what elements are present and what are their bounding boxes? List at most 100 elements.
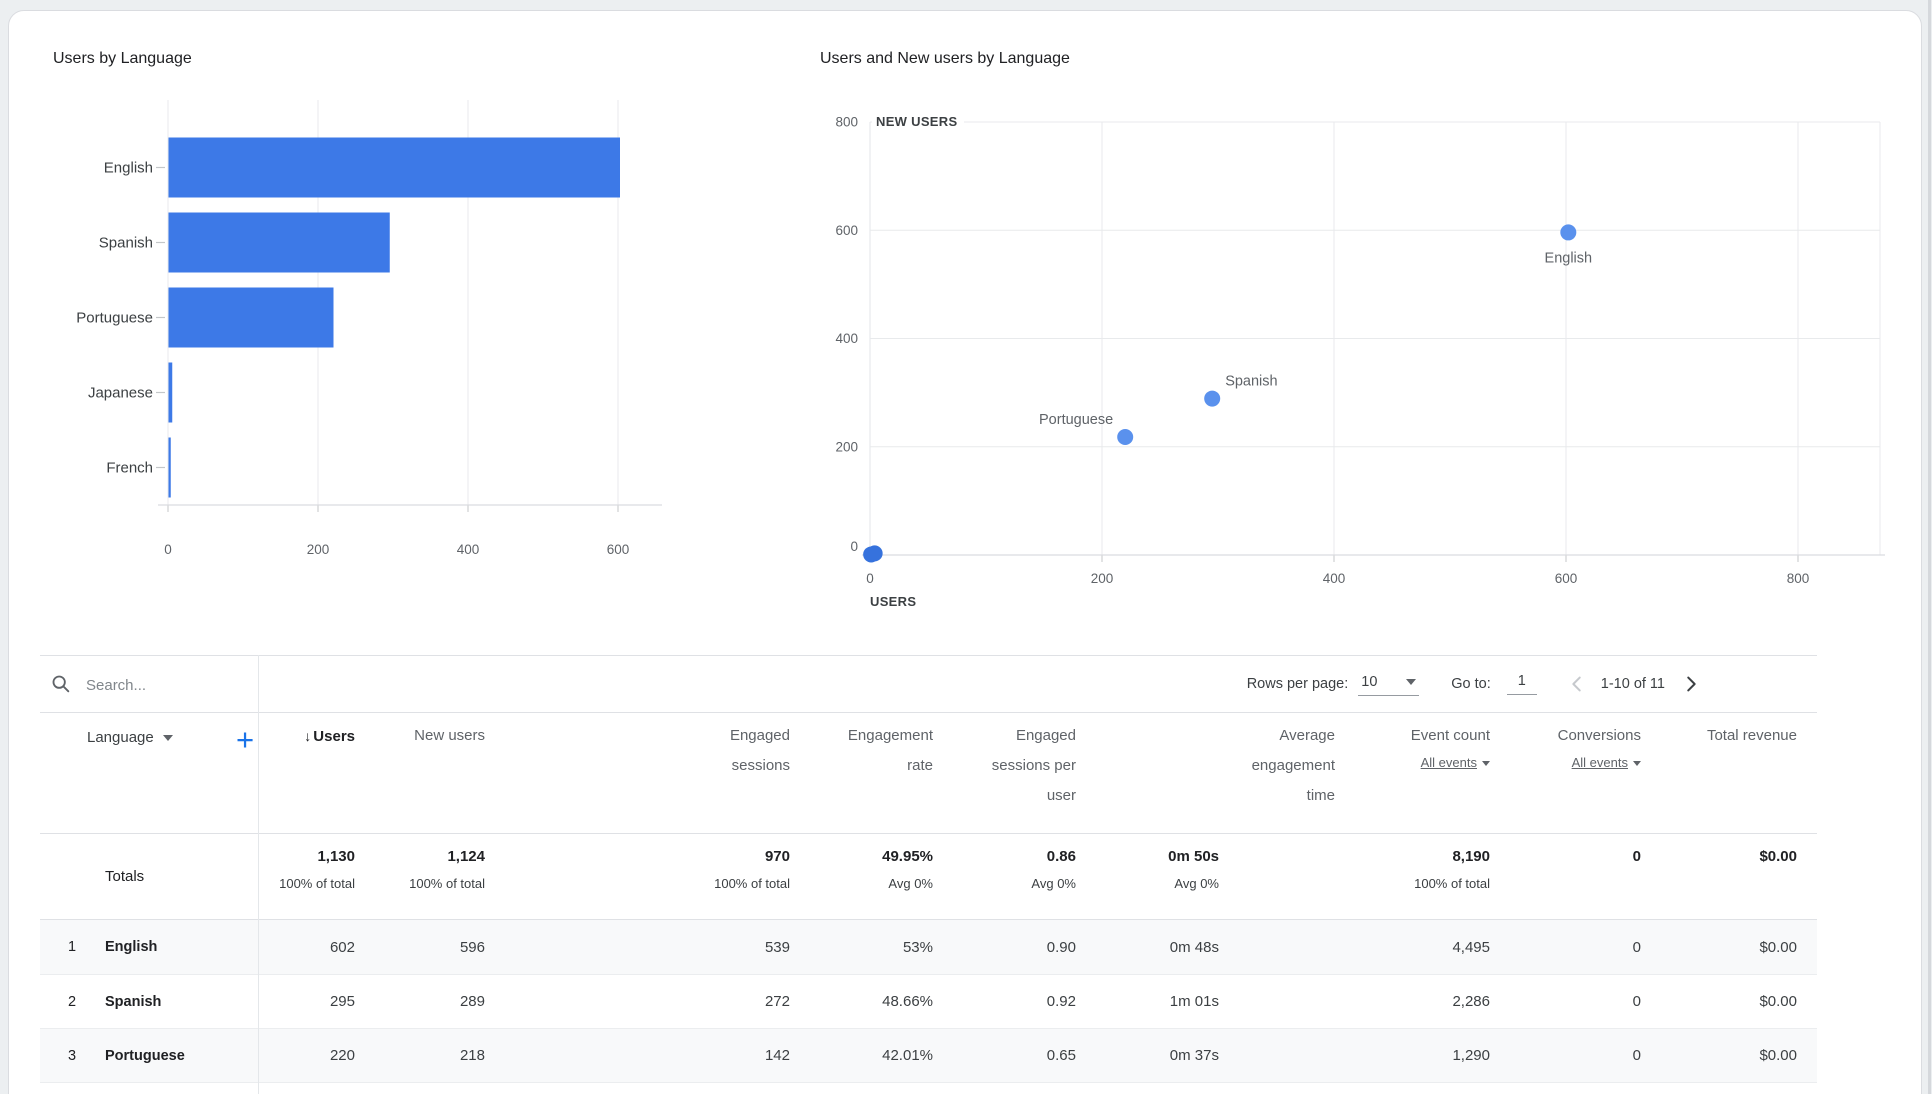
go-to-label: Go to: [1451,676,1491,692]
cell-new-users: 289 [459,993,485,1010]
event-filter-event-count[interactable]: All events [1365,755,1490,771]
column-header-event-count[interactable]: Event count All events [1365,713,1490,771]
chevron-down-icon [1406,679,1417,685]
cell-engagement-rate: 48.66% [882,993,933,1010]
totals-cell-engaged-sessions: 970 100% of total [665,847,790,892]
next-page-button[interactable] [1679,672,1703,696]
cell-new-users: 218 [459,1047,485,1064]
totals-value: 970 [764,848,790,865]
bar-x-tick-label-600: 600 [607,542,630,557]
column-header-engaged-sessions-per-user[interactable]: Engaged sessions per user [976,713,1076,811]
totals-subvalue: 100% of total [714,876,790,891]
bar-x-tick-label-400: 400 [457,542,480,557]
table-row-spanish[interactable]: 2 Spanish 295 289 272 48.66% 0.92 1m 01s 2,286 0 $… [40,974,1817,1028]
previous-page-button[interactable] [1565,672,1589,696]
bar-category-label-french: French [106,460,153,477]
column-header-engaged-sessions[interactable]: Engaged sessions [695,713,790,781]
totals-subvalue: 100% of total [1414,876,1490,891]
rows-per-page-label: Rows per page: [1246,676,1349,692]
totals-cell-engagement-rate: 49.95% Avg 0% [798,847,933,892]
cell-event-count: 4,495 [1452,938,1490,956]
scatter-y-tick-label-600: 600 [835,223,858,238]
charts-canvas: 0 200 400 600 English Spanish Portuguese Japane… [76,100,1885,609]
dimension-selector-language[interactable]: Language [87,729,173,746]
rows-per-page-select[interactable]: 10 [1358,672,1420,696]
cell-total-revenue: $0.00 [1759,938,1797,956]
column-header-engagement-rate[interactable]: Engagement rate [828,713,933,781]
table-header-row: Language + ↓ Users New users Engaged sessio… [40,713,1817,833]
point-label-spanish: Spanish [1225,374,1277,390]
bar-spanish[interactable] [168,212,390,273]
totals-subvalue: Avg 0% [888,876,933,891]
pagination-range: 1-10 of 11 [1600,676,1665,692]
cell-engaged-sessions: 272 [764,993,790,1010]
language-data-table: Rows per page: 10 Go to: 1 1-10 of 11 La… [40,655,1817,1094]
totals-value: 0 [1632,848,1641,865]
table-row-portuguese[interactable]: 3 Portuguese 220 218 142 42.01% 0.65 0m 37s 1,29… [40,1028,1817,1082]
scatter-point-spanish[interactable] [1204,390,1221,407]
y-axis-title: NEW USERS [876,114,957,129]
point-label-portuguese: Portuguese [1039,412,1113,428]
bar-category-label-portuguese: Portuguese [76,310,153,327]
scatter-x-tick-label-200: 200 [1091,571,1114,586]
cell-users: 295 [329,993,355,1010]
pagination-controls: Rows per page: 10 Go to: 1 1-10 of 11 [1247,656,1703,712]
cell-average-engagement-time: 0m 37s [1169,1047,1219,1064]
column-header-label: Average engagement time [1251,727,1335,804]
cell-engaged-sessions-per-user: 0.65 [1046,1047,1076,1064]
totals-cell-engaged-sessions-per-user: 0.86 Avg 0% [946,847,1076,892]
scrollbar[interactable] [1928,0,1931,1094]
totals-value: 8,190 [1452,848,1490,865]
point-label-english: English [1545,250,1593,266]
go-to-input[interactable]: 1 [1506,673,1537,695]
column-header-users[interactable]: ↓ Users [275,713,355,752]
cell-conversions: 0 [1632,993,1641,1010]
row-language-name: Spanish [105,993,162,1010]
column-header-label: Total revenue [1706,727,1797,744]
scatter-point-origin[interactable] [863,546,880,563]
column-header-label: Event count [1410,727,1490,744]
table-toolbar: Rows per page: 10 Go to: 1 1-10 of 11 [40,655,1817,713]
totals-value: 1,130 [317,848,355,865]
column-header-label: Conversions [1557,727,1641,744]
cell-average-engagement-time: 1m 01s [1169,993,1219,1010]
sort-descending-icon: ↓ [304,728,312,744]
column-header-conversions[interactable]: Conversions All events [1531,713,1641,771]
column-header-label: New users [414,727,485,744]
search-icon [52,675,70,693]
cell-engaged-sessions: 142 [764,1047,790,1064]
totals-cell-average-engagement-time: 0m 50s Avg 0% [1089,847,1219,892]
cell-total-revenue: $0.00 [1759,993,1797,1010]
partial-next-row [40,1082,1817,1094]
bar-english[interactable] [168,137,621,198]
bar-category-label-japanese: Japanese [88,385,153,402]
scatter-y-tick-label-200: 200 [835,439,858,454]
totals-subvalue: 100% of total [409,876,485,891]
totals-cell-total-revenue: $0.00 [1647,847,1797,867]
bar-japanese[interactable] [168,362,173,423]
totals-value: 49.95% [882,848,933,865]
bar-x-tick-label-200: 200 [307,542,330,557]
cell-engaged-sessions: 539 [764,938,790,956]
scatter-point-english[interactable] [1560,224,1577,241]
column-header-new-users[interactable]: New users [385,713,485,751]
all-events-link: All events [1420,755,1477,770]
row-index: 2 [67,993,77,1010]
bar-french[interactable] [168,437,171,498]
scatter-y-tick-label-400: 400 [835,331,858,346]
row-index: 3 [67,1047,77,1064]
table-row-english[interactable]: 1 English 602 596 539 53% 0.90 0m 48s 4,495 0 $0.0… [40,920,1817,974]
column-header-average-engagement-time[interactable]: Average engagement time [1235,713,1335,811]
rows-per-page-value: 10 [1361,674,1378,690]
search-input[interactable] [84,670,258,700]
cell-engagement-rate: 53% [902,938,933,956]
row-language-name: Portuguese [105,1047,185,1064]
cell-conversions: 0 [1632,1047,1641,1064]
totals-cell-users: 1,130 100% of total [245,847,355,892]
bar-portuguese[interactable] [168,287,334,348]
scatter-y-tick-label-800: 800 [835,115,858,130]
event-filter-conversions[interactable]: All events [1531,755,1641,771]
analytics-report-page: Users by Language Users and New users by… [0,0,1932,1094]
column-header-total-revenue[interactable]: Total revenue [1677,713,1797,751]
scatter-point-portuguese[interactable] [1117,429,1134,446]
